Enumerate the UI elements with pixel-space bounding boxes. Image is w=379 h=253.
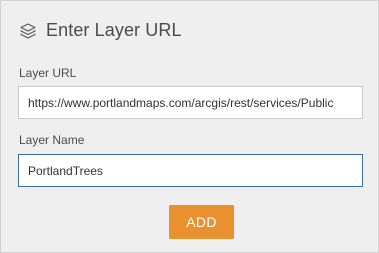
layer-name-label: Layer Name (19, 133, 85, 147)
panel-title: Enter Layer URL (46, 20, 182, 40)
add-button[interactable]: ADD (169, 205, 234, 239)
panel-header: Enter Layer URL (19, 20, 182, 41)
layer-url-input[interactable] (18, 86, 363, 119)
layers-icon (19, 22, 37, 40)
add-layer-panel: Enter Layer URL Layer URL Layer Name ADD (0, 0, 379, 253)
layer-name-input[interactable] (18, 154, 363, 187)
layer-url-label: Layer URL (19, 66, 77, 80)
